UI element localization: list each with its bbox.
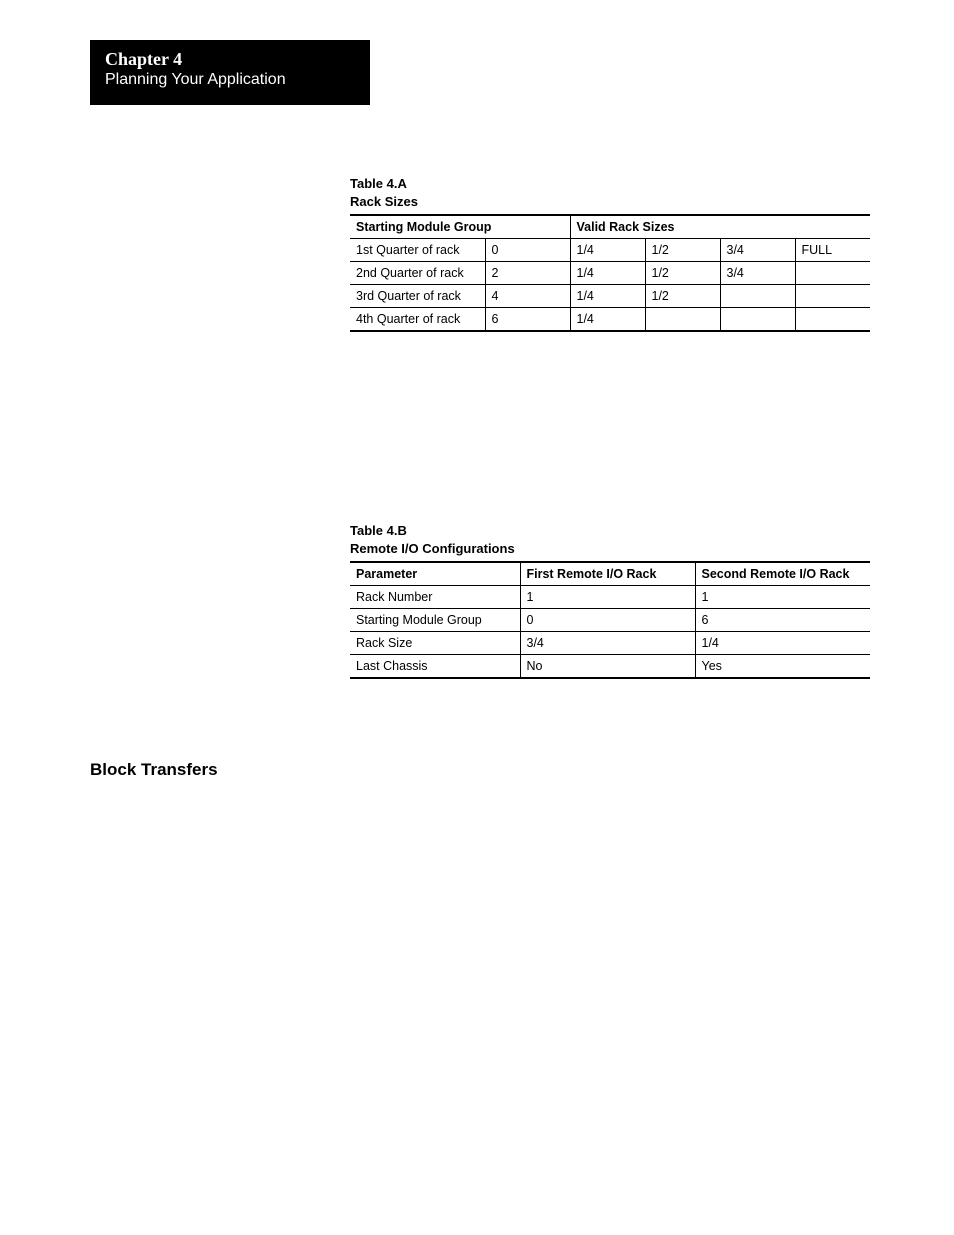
table-a-head-valid-sizes: Valid Rack Sizes bbox=[570, 215, 870, 239]
cell bbox=[795, 285, 870, 308]
chapter-subtitle: Planning Your Application bbox=[105, 70, 355, 91]
cell: 1 bbox=[520, 586, 695, 609]
page: Chapter 4 Planning Your Application Tabl… bbox=[0, 0, 954, 1235]
cell: Starting Module Group bbox=[350, 609, 520, 632]
table-a-head-starting-group: Starting Module Group bbox=[350, 215, 570, 239]
cell: Rack Size bbox=[350, 632, 520, 655]
cell: FULL bbox=[795, 239, 870, 262]
table-row: 3rd Quarter of rack 4 1/4 1/2 bbox=[350, 285, 870, 308]
cell: 6 bbox=[695, 609, 870, 632]
table-a-caption: Table 4.A Rack Sizes bbox=[350, 175, 870, 210]
cell bbox=[645, 308, 720, 332]
cell: 2 bbox=[485, 262, 570, 285]
cell bbox=[795, 262, 870, 285]
table-a-caption-line2: Rack Sizes bbox=[350, 194, 418, 209]
table-row: 2nd Quarter of rack 2 1/4 1/2 3/4 bbox=[350, 262, 870, 285]
table-b-caption-line2: Remote I/O Configurations bbox=[350, 541, 515, 556]
content-column: Table 4.A Rack Sizes Starting Module Gro… bbox=[350, 175, 870, 679]
cell: 3/4 bbox=[520, 632, 695, 655]
cell: 4 bbox=[485, 285, 570, 308]
cell: 1/4 bbox=[570, 239, 645, 262]
chapter-header: Chapter 4 Planning Your Application bbox=[90, 40, 370, 105]
cell bbox=[720, 285, 795, 308]
cell: 1/4 bbox=[570, 285, 645, 308]
table-a: Starting Module Group Valid Rack Sizes 1… bbox=[350, 214, 870, 332]
cell: 1/2 bbox=[645, 262, 720, 285]
cell bbox=[795, 308, 870, 332]
cell: Yes bbox=[695, 655, 870, 679]
table-row: Rack Size 3/4 1/4 bbox=[350, 632, 870, 655]
cell: 4th Quarter of rack bbox=[350, 308, 485, 332]
cell: 1/2 bbox=[645, 285, 720, 308]
cell: 1st Quarter of rack bbox=[350, 239, 485, 262]
cell: 1 bbox=[695, 586, 870, 609]
cell: 0 bbox=[485, 239, 570, 262]
cell: 0 bbox=[520, 609, 695, 632]
cell bbox=[720, 308, 795, 332]
table-row: Starting Module Group 0 6 bbox=[350, 609, 870, 632]
table-row: 4th Quarter of rack 6 1/4 bbox=[350, 308, 870, 332]
table-a-caption-line1: Table 4.A bbox=[350, 176, 407, 191]
table-a-header-row: Starting Module Group Valid Rack Sizes bbox=[350, 215, 870, 239]
cell: 1/4 bbox=[570, 262, 645, 285]
table-row: 1st Quarter of rack 0 1/4 1/2 3/4 FULL bbox=[350, 239, 870, 262]
table-b-caption: Table 4.B Remote I/O Configurations bbox=[350, 522, 870, 557]
cell: 2nd Quarter of rack bbox=[350, 262, 485, 285]
cell: 3/4 bbox=[720, 262, 795, 285]
chapter-number: Chapter 4 bbox=[105, 50, 355, 70]
section-block-transfers: Block Transfers bbox=[90, 760, 218, 780]
cell: 6 bbox=[485, 308, 570, 332]
cell: 1/4 bbox=[695, 632, 870, 655]
table-b-head-parameter: Parameter bbox=[350, 562, 520, 586]
cell: No bbox=[520, 655, 695, 679]
table-b: Parameter First Remote I/O Rack Second R… bbox=[350, 561, 870, 679]
cell: Rack Number bbox=[350, 586, 520, 609]
table-b-caption-line1: Table 4.B bbox=[350, 523, 407, 538]
table-b-head-second: Second Remote I/O Rack bbox=[695, 562, 870, 586]
table-b-head-first: First Remote I/O Rack bbox=[520, 562, 695, 586]
table-row: Last Chassis No Yes bbox=[350, 655, 870, 679]
cell: 1/4 bbox=[570, 308, 645, 332]
cell: Last Chassis bbox=[350, 655, 520, 679]
table-row: Rack Number 1 1 bbox=[350, 586, 870, 609]
cell: 3rd Quarter of rack bbox=[350, 285, 485, 308]
table-b-header-row: Parameter First Remote I/O Rack Second R… bbox=[350, 562, 870, 586]
cell: 3/4 bbox=[720, 239, 795, 262]
cell: 1/2 bbox=[645, 239, 720, 262]
